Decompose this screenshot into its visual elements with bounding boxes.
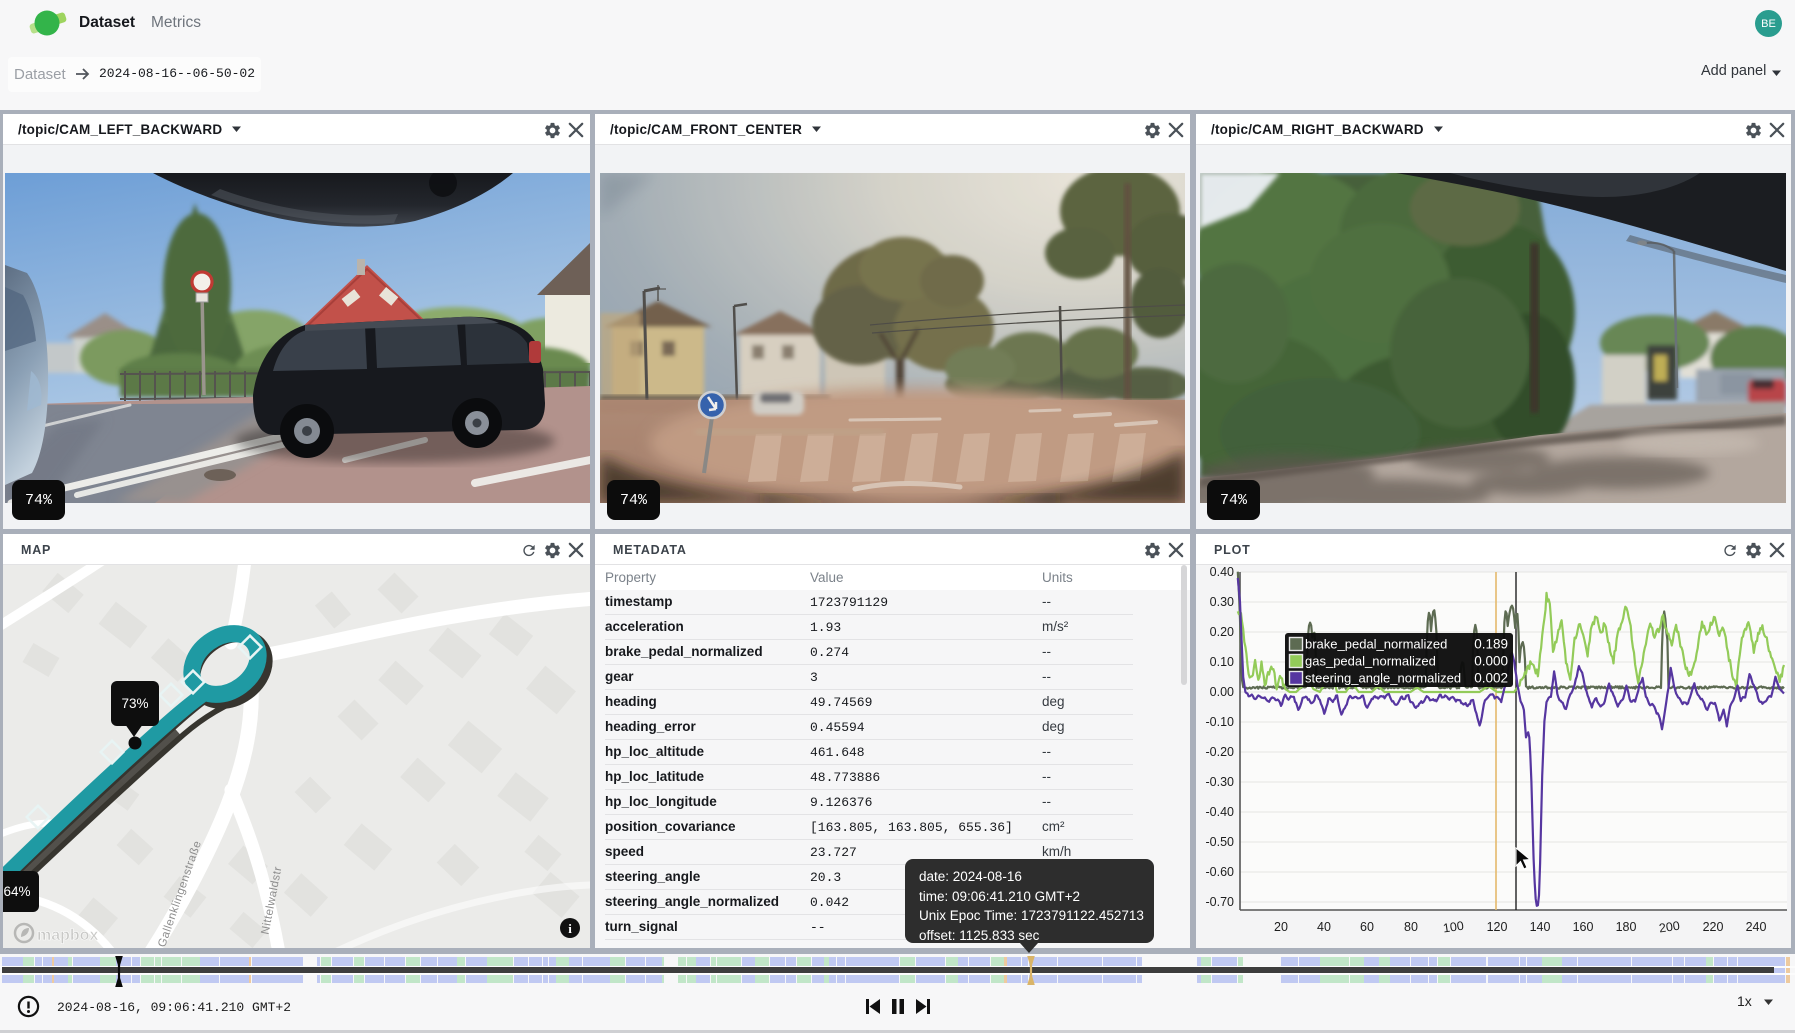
svg-text:100: 100 <box>1442 919 1465 936</box>
svg-text:0.00: 0.00 <box>1210 685 1234 699</box>
svg-text:180: 180 <box>1616 920 1637 934</box>
svg-text:0.10: 0.10 <box>1210 655 1234 669</box>
svg-text:-0.70: -0.70 <box>1206 895 1235 909</box>
svg-text:i: i <box>568 921 572 936</box>
svg-text:200: 200 <box>1658 919 1681 936</box>
svg-text:20: 20 <box>1274 920 1288 934</box>
svg-text:gas_pedal_normalized: gas_pedal_normalized <box>1305 654 1436 669</box>
svg-text:60: 60 <box>1360 920 1374 934</box>
svg-text:220: 220 <box>1703 920 1724 934</box>
svg-text:-0.10: -0.10 <box>1206 715 1235 729</box>
svg-text:0.40: 0.40 <box>1210 565 1234 579</box>
svg-text:-0.60: -0.60 <box>1206 865 1235 879</box>
svg-text:80: 80 <box>1404 920 1418 934</box>
svg-text:0.30: 0.30 <box>1210 595 1234 609</box>
svg-text:0.20: 0.20 <box>1210 625 1234 639</box>
svg-text:-0.50: -0.50 <box>1206 835 1235 849</box>
svg-text:0.000: 0.000 <box>1474 654 1508 669</box>
svg-text:40: 40 <box>1317 920 1331 934</box>
svg-text:160: 160 <box>1573 920 1594 934</box>
svg-text:mapbox: mapbox <box>37 927 98 944</box>
svg-text:140: 140 <box>1530 920 1551 934</box>
svg-text:0.189: 0.189 <box>1474 637 1508 652</box>
svg-text:-0.40: -0.40 <box>1206 805 1235 819</box>
svg-text:240: 240 <box>1746 920 1767 934</box>
svg-text:0.002: 0.002 <box>1474 671 1508 686</box>
svg-text:73%: 73% <box>121 696 148 711</box>
svg-text:120: 120 <box>1487 920 1508 934</box>
svg-text:-0.30: -0.30 <box>1206 775 1235 789</box>
svg-text:-0.20: -0.20 <box>1206 745 1235 759</box>
svg-text:brake_pedal_normalized: brake_pedal_normalized <box>1305 637 1447 652</box>
svg-text:steering_angle_normalized: steering_angle_normalized <box>1305 671 1461 686</box>
svg-text:64%: 64% <box>3 884 30 899</box>
